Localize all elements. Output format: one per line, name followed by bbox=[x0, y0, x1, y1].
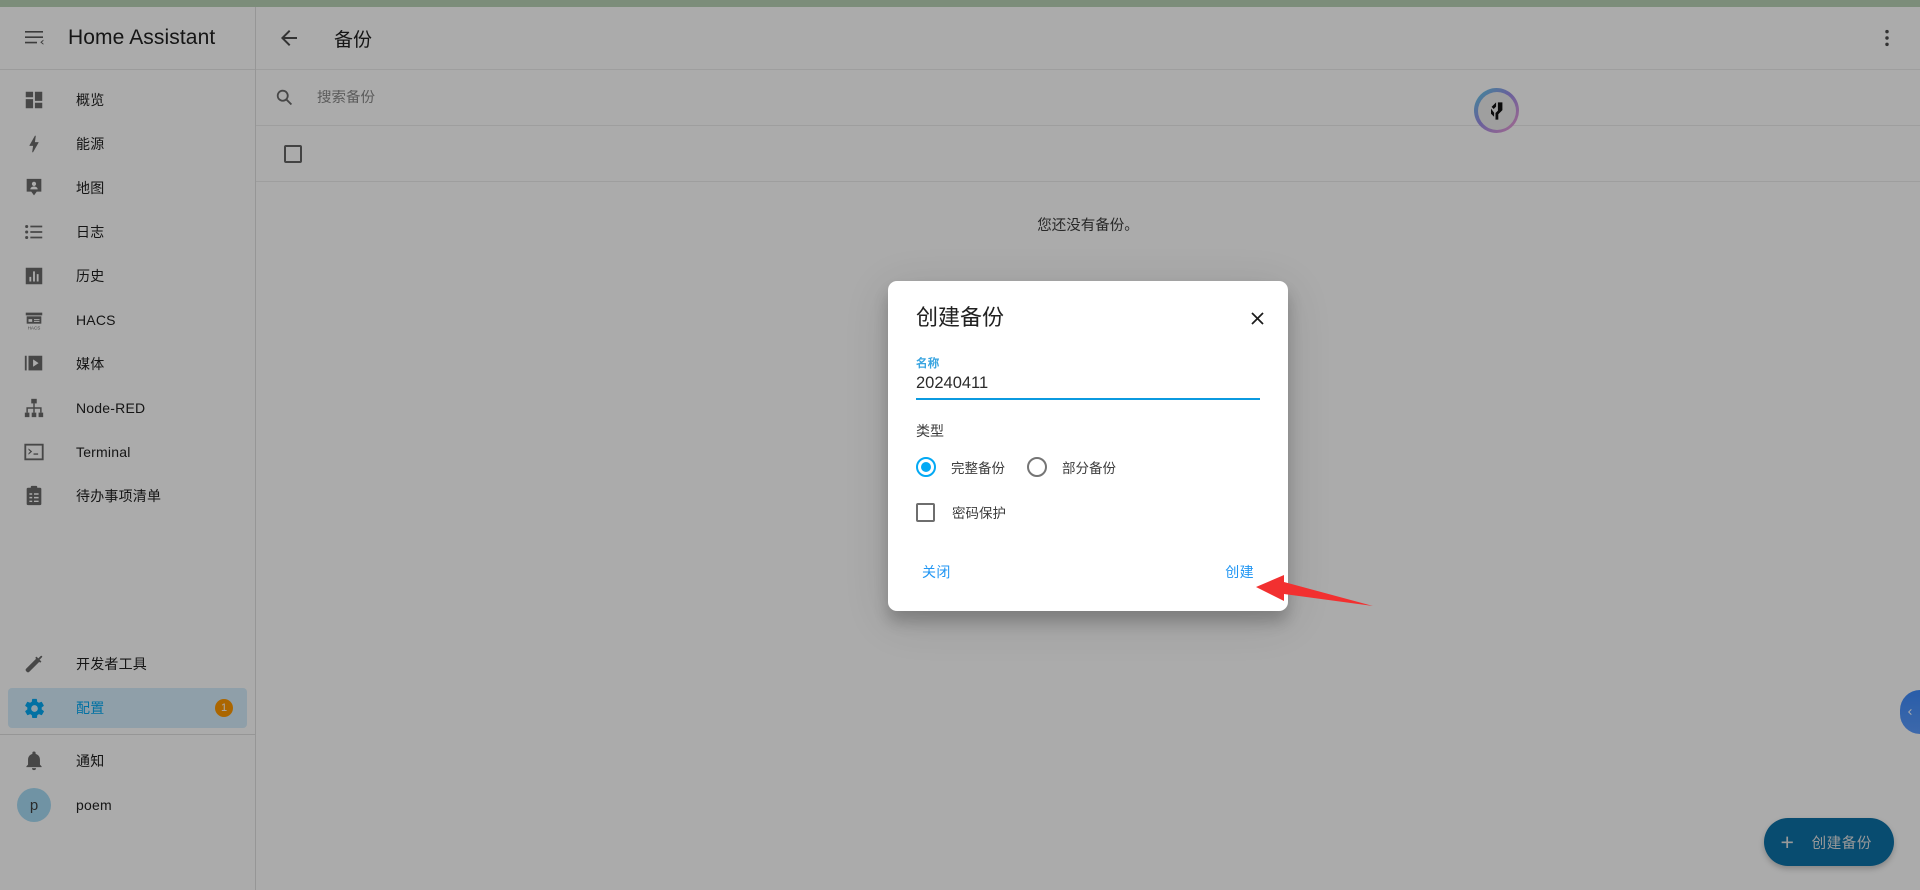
dialog-header: 创建备份 bbox=[888, 281, 1288, 333]
close-button[interactable]: 关闭 bbox=[914, 556, 959, 588]
backup-name-field[interactable]: 名称 20240411 bbox=[916, 355, 1260, 400]
create-button[interactable]: 创建 bbox=[1217, 556, 1262, 588]
close-icon[interactable] bbox=[1242, 303, 1272, 333]
backup-name-value[interactable]: 20240411 bbox=[916, 374, 1260, 398]
radio-partial-backup-label: 部分备份 bbox=[1062, 457, 1116, 477]
radio-partial-backup[interactable] bbox=[1027, 457, 1047, 477]
dialog-body: 名称 20240411 类型 完整备份 部分备份 密码保护 bbox=[888, 333, 1288, 522]
backup-type-radio-group: 完整备份 部分备份 bbox=[916, 457, 1260, 477]
dialog-title: 创建备份 bbox=[916, 305, 1242, 331]
password-protection-label: 密码保护 bbox=[952, 502, 1006, 522]
backup-name-label: 名称 bbox=[916, 355, 1260, 371]
create-backup-dialog: 创建备份 名称 20240411 类型 完整备份 部分备份 密码保护 bbox=[888, 281, 1288, 611]
radio-full-backup[interactable] bbox=[916, 457, 936, 477]
field-focus-underline bbox=[916, 398, 1260, 400]
radio-full-backup-label: 完整备份 bbox=[951, 457, 1005, 477]
dialog-actions: 关闭 创建 bbox=[888, 522, 1288, 606]
screen-root: Home Assistant 概览 能源 地图 bbox=[0, 0, 1920, 890]
password-protection-checkbox[interactable] bbox=[916, 503, 935, 522]
password-protection-row: 密码保护 bbox=[916, 502, 1260, 522]
backup-type-label: 类型 bbox=[916, 421, 1260, 441]
